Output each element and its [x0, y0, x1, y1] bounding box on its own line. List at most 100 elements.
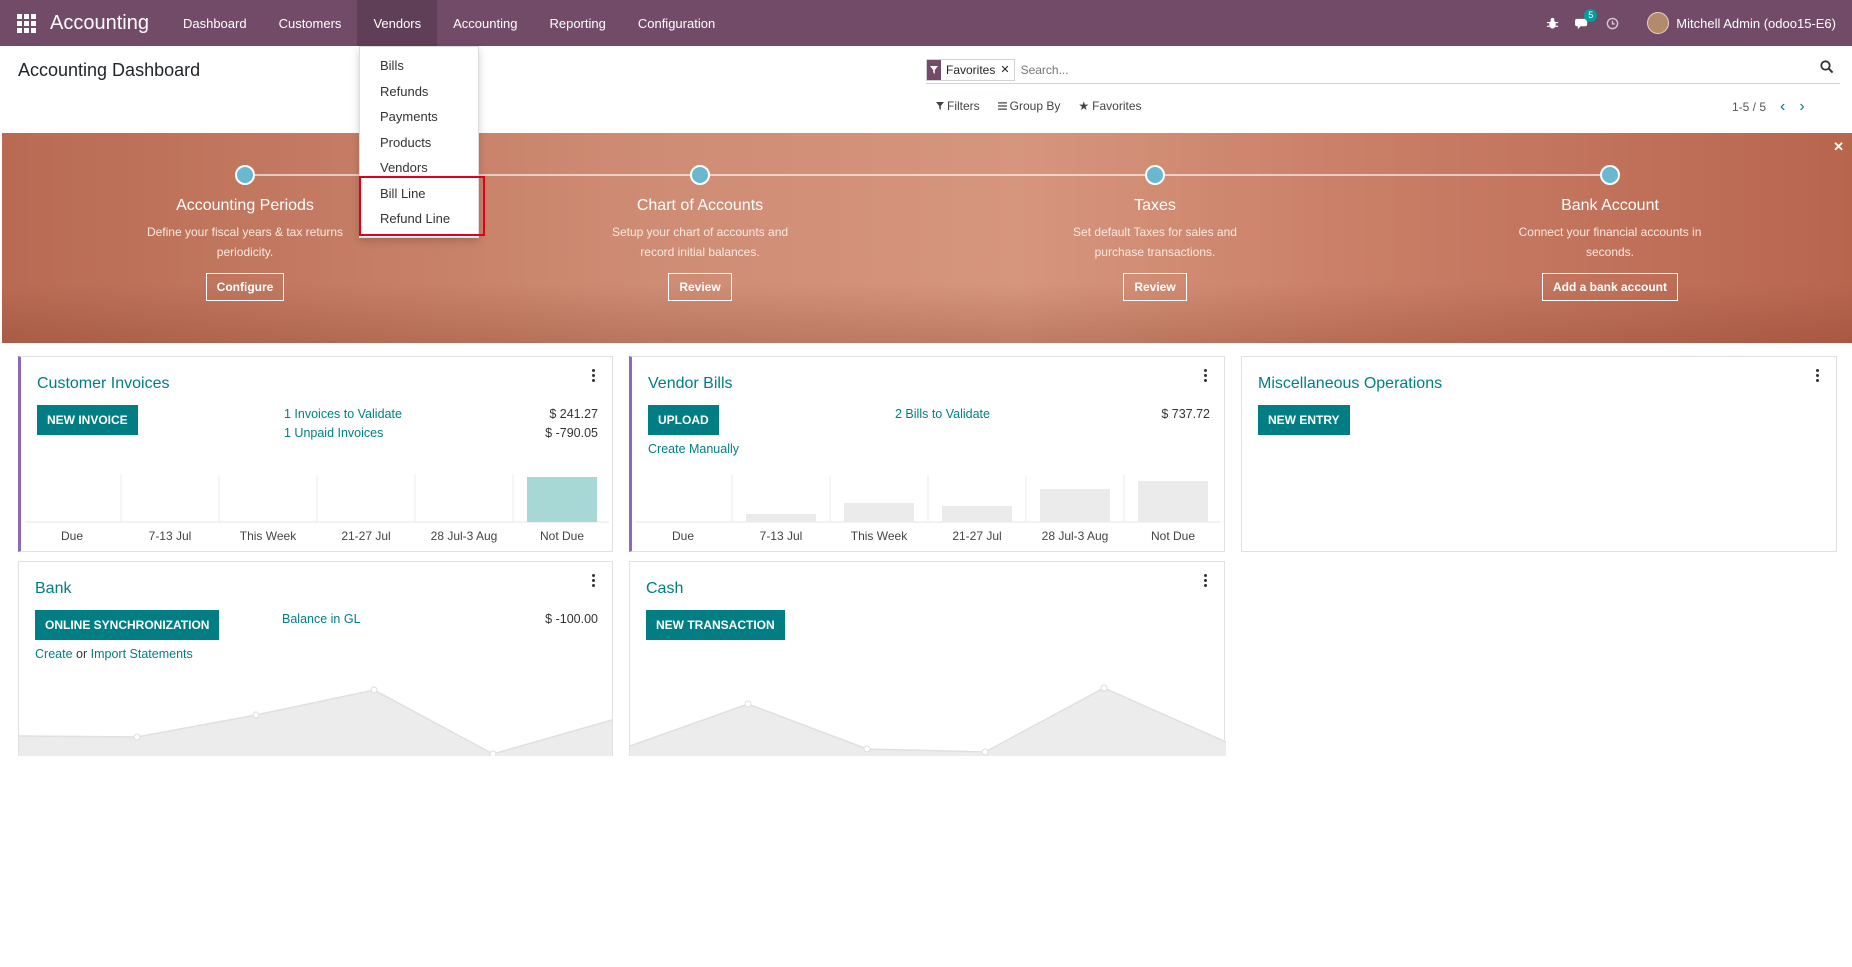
step-title: Taxes	[1134, 197, 1176, 214]
step-description-line: Connect your financial accounts in	[1518, 225, 1702, 239]
x-label: This Week	[850, 529, 908, 543]
search-options: Filters Group By ★ Favorites	[936, 99, 1142, 113]
step-description-line: purchase transactions.	[1094, 245, 1216, 259]
bills-to-validate-link[interactable]: 2 Bills to Validate	[895, 407, 990, 421]
misc-operations-card: Miscellaneous Operations NEW ENTRY	[1241, 356, 1837, 552]
dropdown-item-payments[interactable]: Payments	[360, 104, 478, 130]
user-name[interactable]: Mitchell Admin (odoo15-E6)	[1676, 16, 1836, 31]
bar-28-jul-3-aug	[1040, 489, 1110, 522]
card-title[interactable]: Cash	[646, 580, 683, 598]
card-title[interactable]: Vendor Bills	[648, 375, 733, 393]
activity-clock-icon[interactable]	[1597, 0, 1627, 46]
invoices-to-validate-amount: $ 241.27	[549, 407, 598, 421]
filter-icon	[936, 102, 944, 110]
group-by-label: Group By	[1009, 99, 1061, 113]
bank-line-chart[interactable]	[19, 680, 614, 756]
step-description-line: seconds.	[1585, 245, 1635, 259]
card-title[interactable]: Customer Invoices	[37, 375, 170, 393]
x-label: Not Due	[1150, 529, 1196, 543]
menu-accounting[interactable]: Accounting	[437, 0, 533, 46]
x-label: 21-27 Jul	[341, 529, 391, 543]
step-description: Setup your chart of accounts and record …	[550, 222, 850, 264]
step-dot-icon	[235, 165, 255, 185]
facet-remove-icon[interactable]: ✕	[1000, 60, 1013, 80]
bank-card: Bank ONLINE SYNCHRONIZATION Balance in G…	[18, 561, 613, 756]
filters-button[interactable]: Filters	[936, 99, 980, 113]
create-import-line: Create or Import Statements	[35, 647, 193, 661]
pager-value[interactable]: 1-5 / 5	[1732, 100, 1766, 114]
step-title: Accounting Periods	[176, 197, 314, 214]
new-transaction-button[interactable]: NEW TRANSACTION	[646, 610, 785, 640]
step-title: Chart of Accounts	[636, 197, 764, 214]
invoices-bar-chart[interactable]	[21, 475, 613, 525]
dropdown-item-products[interactable]: Products	[360, 130, 478, 156]
menu-vendors[interactable]: Vendors	[357, 0, 438, 46]
upload-button[interactable]: UPLOAD	[648, 405, 719, 435]
balance-in-gl-amount: $ -100.00	[545, 612, 598, 626]
kebab-menu-icon[interactable]	[1204, 369, 1208, 384]
new-entry-button[interactable]: NEW ENTRY	[1258, 405, 1350, 435]
filter-funnel-icon	[927, 59, 941, 80]
app-brand[interactable]: Accounting	[50, 12, 149, 35]
step-description-line: Set default Taxes for sales and	[1073, 225, 1237, 239]
chat-icon[interactable]: 5	[1567, 0, 1598, 46]
x-label: 7-13 Jul	[148, 529, 192, 543]
new-invoice-button[interactable]: NEW INVOICE	[37, 405, 138, 435]
vendor-bills-card: Vendor Bills UPLOAD 2 Bills to Validate …	[629, 356, 1225, 552]
step-chart-of-accounts: Chart of Accounts Setup your chart of ac…	[550, 165, 850, 301]
create-statement-link[interactable]: Create	[35, 647, 73, 661]
x-label: 21-27 Jul	[952, 529, 1002, 543]
kebab-menu-icon[interactable]	[1204, 574, 1208, 589]
menu-configuration[interactable]: Configuration	[622, 0, 731, 46]
step-dot-icon	[1145, 165, 1165, 185]
step-title: Bank Account	[1561, 197, 1659, 214]
step-description-line: periodicity.	[216, 245, 274, 259]
favorites-button[interactable]: ★ Favorites	[1078, 99, 1141, 113]
search-icon[interactable]	[1820, 60, 1840, 80]
bar-7-13-jul	[746, 514, 816, 522]
search-input[interactable]	[1020, 62, 1840, 77]
menu-customers[interactable]: Customers	[263, 0, 358, 46]
x-label: This Week	[239, 529, 297, 543]
step-accounting-periods: Accounting Periods Define your fiscal ye…	[95, 165, 395, 301]
user-avatar[interactable]	[1647, 12, 1670, 34]
x-label: Due	[671, 529, 694, 543]
group-by-button[interactable]: Group By	[997, 99, 1061, 113]
add-bank-account-button[interactable]: Add a bank account	[1541, 273, 1679, 301]
step-description-line: record initial balances.	[640, 245, 760, 259]
apps-menu-icon[interactable]	[0, 0, 52, 46]
kebab-menu-icon[interactable]	[1816, 369, 1820, 384]
bills-bar-chart[interactable]	[632, 475, 1224, 525]
dropdown-item-bills[interactable]: Bills	[360, 53, 478, 79]
unpaid-invoices-link[interactable]: 1 Unpaid Invoices	[284, 426, 383, 440]
pager: 1-5 / 5 ‹ ›	[1732, 98, 1805, 116]
cash-line-chart[interactable]	[630, 680, 1226, 756]
pager-previous-icon[interactable]: ‹	[1780, 98, 1785, 116]
dropdown-item-refunds[interactable]: Refunds	[360, 79, 478, 105]
kebab-menu-icon[interactable]	[592, 369, 596, 384]
pager-next-icon[interactable]: ›	[1799, 98, 1804, 116]
import-statements-link[interactable]: Import Statements	[91, 647, 193, 661]
bars-icon	[997, 102, 1007, 110]
bills-to-validate-amount: $ 737.72	[1161, 407, 1210, 421]
top-navbar: Accounting Dashboard Customers Vendors A…	[0, 0, 1852, 46]
banner-close-icon[interactable]: ✕	[1833, 139, 1844, 155]
step-description: Set default Taxes for sales and purchase…	[1005, 222, 1305, 264]
search-bar: Favorites ✕	[926, 56, 1840, 84]
filters-label: Filters	[947, 99, 980, 113]
review-taxes-button[interactable]: Review	[1123, 273, 1187, 301]
kebab-menu-icon[interactable]	[592, 574, 596, 589]
menu-reporting[interactable]: Reporting	[533, 0, 621, 46]
menu-dashboard[interactable]: Dashboard	[167, 0, 263, 46]
online-synchronization-button[interactable]: ONLINE SYNCHRONIZATION	[35, 610, 220, 640]
invoices-to-validate-link[interactable]: 1 Invoices to Validate	[284, 407, 402, 421]
card-title[interactable]: Bank	[35, 580, 71, 598]
step-bank-account: Bank Account Connect your financial acco…	[1460, 165, 1760, 301]
balance-in-gl-link[interactable]: Balance in GL	[282, 612, 361, 626]
configure-button[interactable]: Configure	[205, 273, 285, 301]
card-title[interactable]: Miscellaneous Operations	[1258, 375, 1442, 393]
search-facet[interactable]: Favorites ✕	[926, 58, 1015, 81]
review-chart-button[interactable]: Review	[668, 273, 732, 301]
create-manually-link[interactable]: Create Manually	[648, 442, 739, 456]
debug-bug-icon[interactable]	[1537, 0, 1567, 46]
